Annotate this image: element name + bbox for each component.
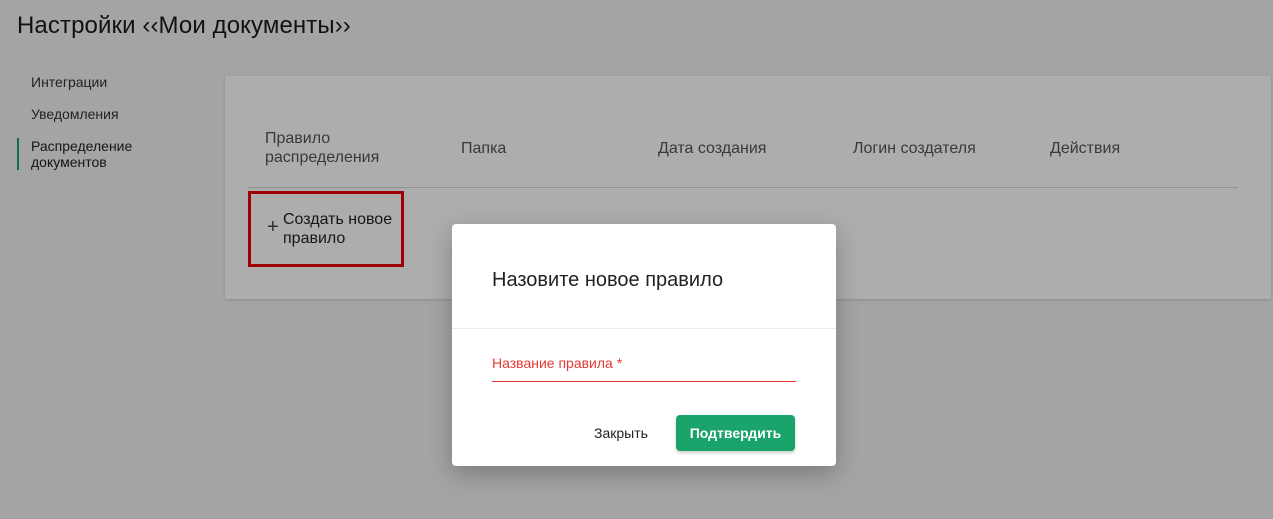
confirm-button[interactable]: Подтвердить bbox=[676, 415, 795, 451]
dialog-divider bbox=[452, 328, 836, 329]
rule-name-input[interactable] bbox=[492, 350, 796, 382]
dialog-title: Назовите новое правило bbox=[492, 269, 724, 291]
close-button[interactable]: Закрыть bbox=[584, 416, 658, 450]
new-rule-dialog: Назовите новое правило Название правила … bbox=[452, 224, 836, 466]
